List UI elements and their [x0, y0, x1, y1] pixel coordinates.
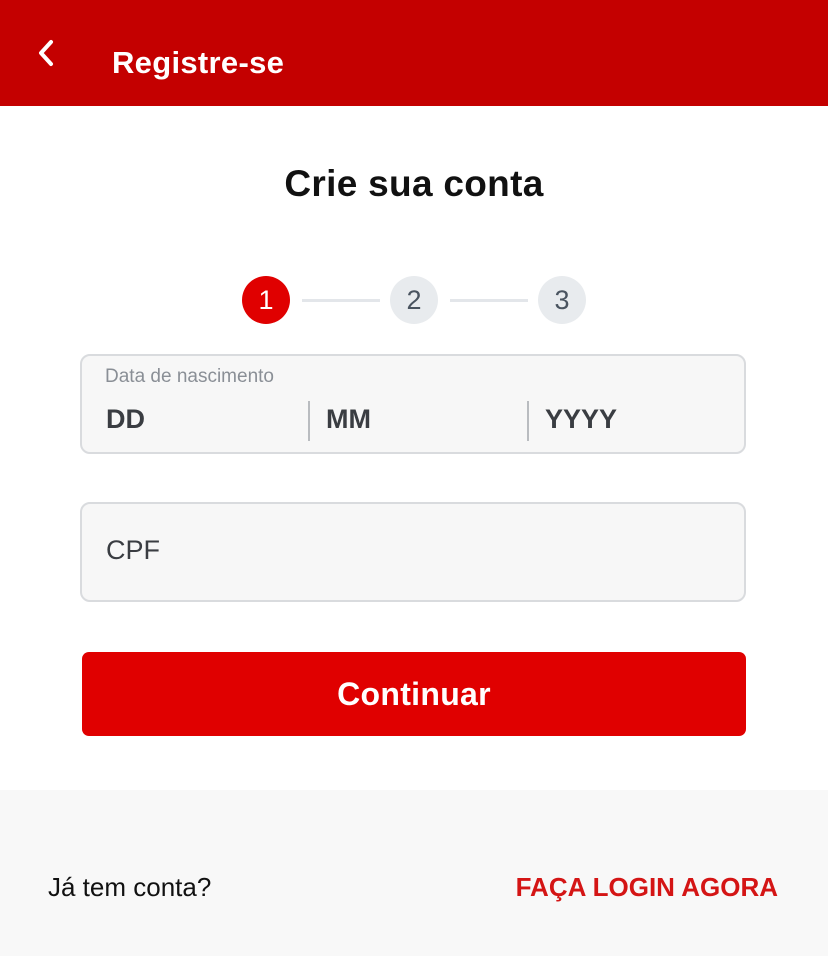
date-separator [308, 401, 310, 441]
birth-month-input[interactable]: MM [326, 404, 371, 435]
cpf-field[interactable]: CPF [80, 502, 746, 602]
date-separator [527, 401, 529, 441]
step-connector [450, 299, 528, 302]
page-title: Crie sua conta [284, 163, 544, 204]
step-3-indicator: 3 [538, 276, 586, 324]
app-header: Registre-se [0, 0, 828, 106]
step-2-indicator: 2 [390, 276, 438, 324]
back-button[interactable] [22, 29, 70, 77]
cpf-input[interactable]: CPF [106, 535, 160, 566]
continue-button[interactable]: Continuar [82, 652, 746, 736]
footer: Já tem conta? FAÇA LOGIN AGORA [0, 790, 828, 956]
chevron-left-icon [39, 40, 53, 66]
birth-date-field: Data de nascimento DD MM YYYY [80, 354, 746, 454]
birth-date-label: Data de nascimento [105, 366, 274, 387]
step-1-indicator: 1 [242, 276, 290, 324]
birth-day-input[interactable]: DD [106, 404, 145, 435]
have-account-text: Já tem conta? [48, 872, 212, 902]
stepper: 1 2 3 [0, 276, 828, 324]
birth-year-input[interactable]: YYYY [545, 404, 617, 435]
step-connector [302, 299, 380, 302]
login-link[interactable]: FAÇA LOGIN AGORA [516, 872, 778, 903]
header-title: Registre-se [112, 45, 285, 80]
